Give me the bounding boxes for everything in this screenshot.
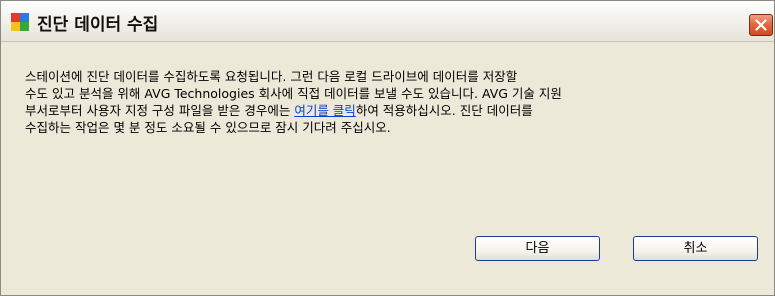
click-here-link[interactable]: 여기를 클릭 [294,103,355,118]
message-line-4: 수집하는 작업은 몇 분 정도 소요될 수 있으므로 잠시 기다려 주십시오. [25,120,391,135]
message-line-2: 수도 있고 분석을 위해 AVG Technologies 회사에 직접 데이터… [25,86,562,101]
close-icon [755,19,767,31]
message-line-1: 스테이션에 진단 데이터를 수집하도록 요청됩니다. 그런 다음 로컬 드라이브… [25,69,518,84]
message-line-3-end: 하여 적용하십시오. 진단 데이터를 [355,103,533,118]
cancel-button[interactable]: 취소 [633,236,758,261]
message-text: 스테이션에 진단 데이터를 수집하도록 요청됩니다. 그런 다음 로컬 드라이브… [25,68,755,136]
avg-app-icon [11,13,29,31]
dialog-content: 스테이션에 진단 데이터를 수집하도록 요청됩니다. 그런 다음 로컬 드라이브… [1,42,774,295]
next-button[interactable]: 다음 [475,236,600,261]
dialog-window: 진단 데이터 수집 스테이션에 진단 데이터를 수집하도록 요청됩니다. 그런 … [0,0,775,296]
dialog-title: 진단 데이터 수집 [37,15,159,35]
close-button[interactable] [749,14,773,36]
message-line-3-start: 부서로부터 사용자 지정 구성 파일을 받은 경우에는 [25,103,295,118]
message-line-3: 부서로부터 사용자 지정 구성 파일을 받은 경우에는 여기를 클릭하여 적용하… [25,102,755,119]
title-bar[interactable]: 진단 데이터 수집 [1,1,774,42]
